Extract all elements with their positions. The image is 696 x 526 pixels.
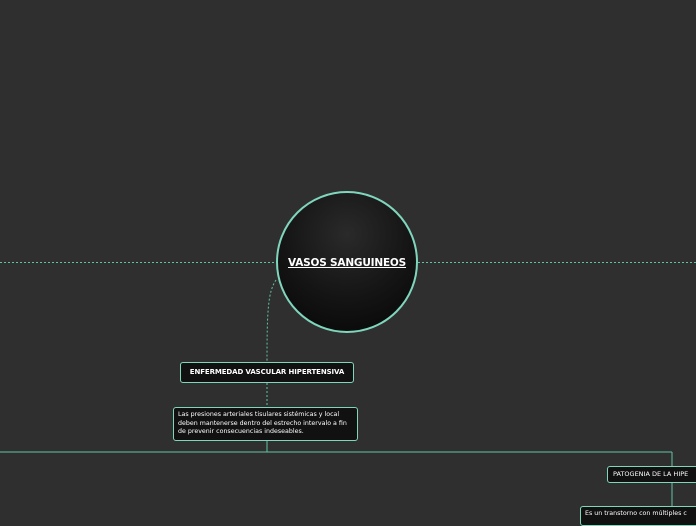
- note-patogenia[interactable]: Es un transtorno con múltiples c: [580, 506, 696, 526]
- topic-patogenia[interactable]: PATOGENIA DE LA HIPE: [607, 466, 696, 483]
- note-enfermedad-vascular-hipertensiva[interactable]: Las presiones arteriales tisulares sisté…: [173, 407, 358, 441]
- central-node[interactable]: VASOS SANGUINEOS: [276, 191, 418, 333]
- central-title: VASOS SANGUINEOS: [287, 257, 407, 269]
- connector-central-to-hypertension: [266, 279, 277, 363]
- topic-enfermedad-vascular-hipertensiva[interactable]: ENFERMEDAD VASCULAR HIPERTENSIVA: [180, 362, 354, 383]
